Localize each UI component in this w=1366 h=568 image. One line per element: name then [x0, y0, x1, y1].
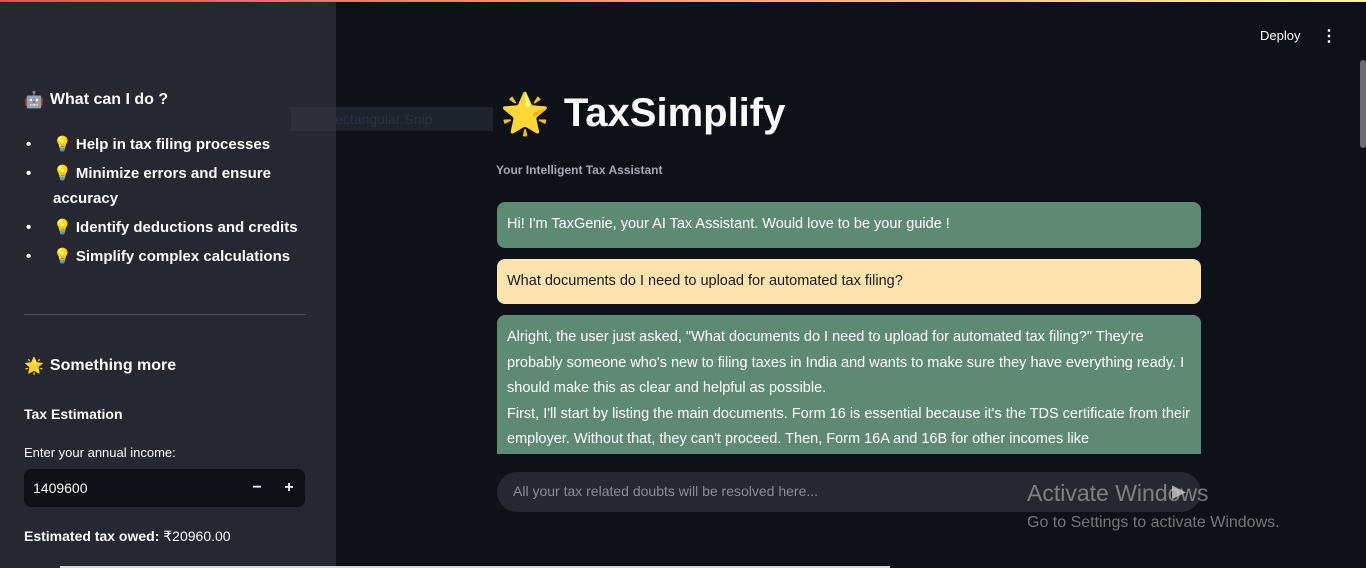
list-item: 💡 Simplify complex calculations: [24, 244, 304, 269]
chat-messages: Hi! I'm TaxGenie, your AI Tax Assistant.…: [497, 202, 1201, 454]
assistant-message: Hi! I'm TaxGenie, your AI Tax Assistant.…: [497, 202, 1201, 248]
lightbulb-icon: 💡: [53, 248, 72, 265]
activate-windows-hint: Go to Settings to activate Windows.: [1027, 514, 1280, 531]
income-value[interactable]: 1409600: [33, 480, 88, 496]
more-menu-icon[interactable]: ⋮: [1321, 26, 1337, 46]
capabilities-list: 💡 Help in tax filing processes 💡 Minimiz…: [24, 132, 304, 273]
income-number-input[interactable]: 1409600 − +: [24, 469, 305, 507]
star-icon: 🌟: [24, 358, 44, 375]
income-label: Enter your annual income:: [24, 445, 176, 460]
star-icon: 🌟: [500, 92, 550, 136]
list-item: 💡 Minimize errors and ensure accuracy: [24, 161, 304, 211]
scrollbar[interactable]: [1360, 60, 1366, 148]
what-can-i-do-heading: 🤖 What can I do ?: [24, 91, 169, 109]
lightbulb-icon: 💡: [53, 165, 72, 182]
user-message: What documents do I need to upload for a…: [497, 258, 1201, 304]
robot-icon: 🤖: [24, 92, 44, 109]
increment-button[interactable]: +: [273, 469, 305, 507]
lightbulb-icon: 💡: [53, 136, 72, 153]
assistant-message: Alright, the user just asked, "What docu…: [497, 315, 1201, 454]
page-subtitle: Your Intelligent Tax Assistant: [496, 163, 663, 177]
list-item: 💡 Identify deductions and credits: [24, 215, 304, 240]
page-title: 🌟 TaxSimplify: [500, 91, 786, 136]
sidebar: 🤖What can I do ? 💡 Help in tax filing pr…: [0, 2, 336, 568]
estimated-tax: Estimated tax owed: ₹20960.00: [24, 528, 231, 544]
activate-windows-watermark: Activate Windows: [1027, 480, 1209, 506]
list-item: 💡 Help in tax filing processes: [24, 132, 304, 157]
divider: [24, 314, 306, 315]
deploy-button[interactable]: Deploy: [1260, 28, 1300, 43]
something-more-heading: 🌟 Something more: [24, 357, 177, 375]
tax-estimation-heading: Tax Estimation: [24, 406, 123, 422]
rectangular-snip-overlay: Rectangular Snip: [291, 107, 493, 131]
lightbulb-icon: 💡: [53, 219, 72, 236]
decrement-button[interactable]: −: [241, 469, 273, 507]
